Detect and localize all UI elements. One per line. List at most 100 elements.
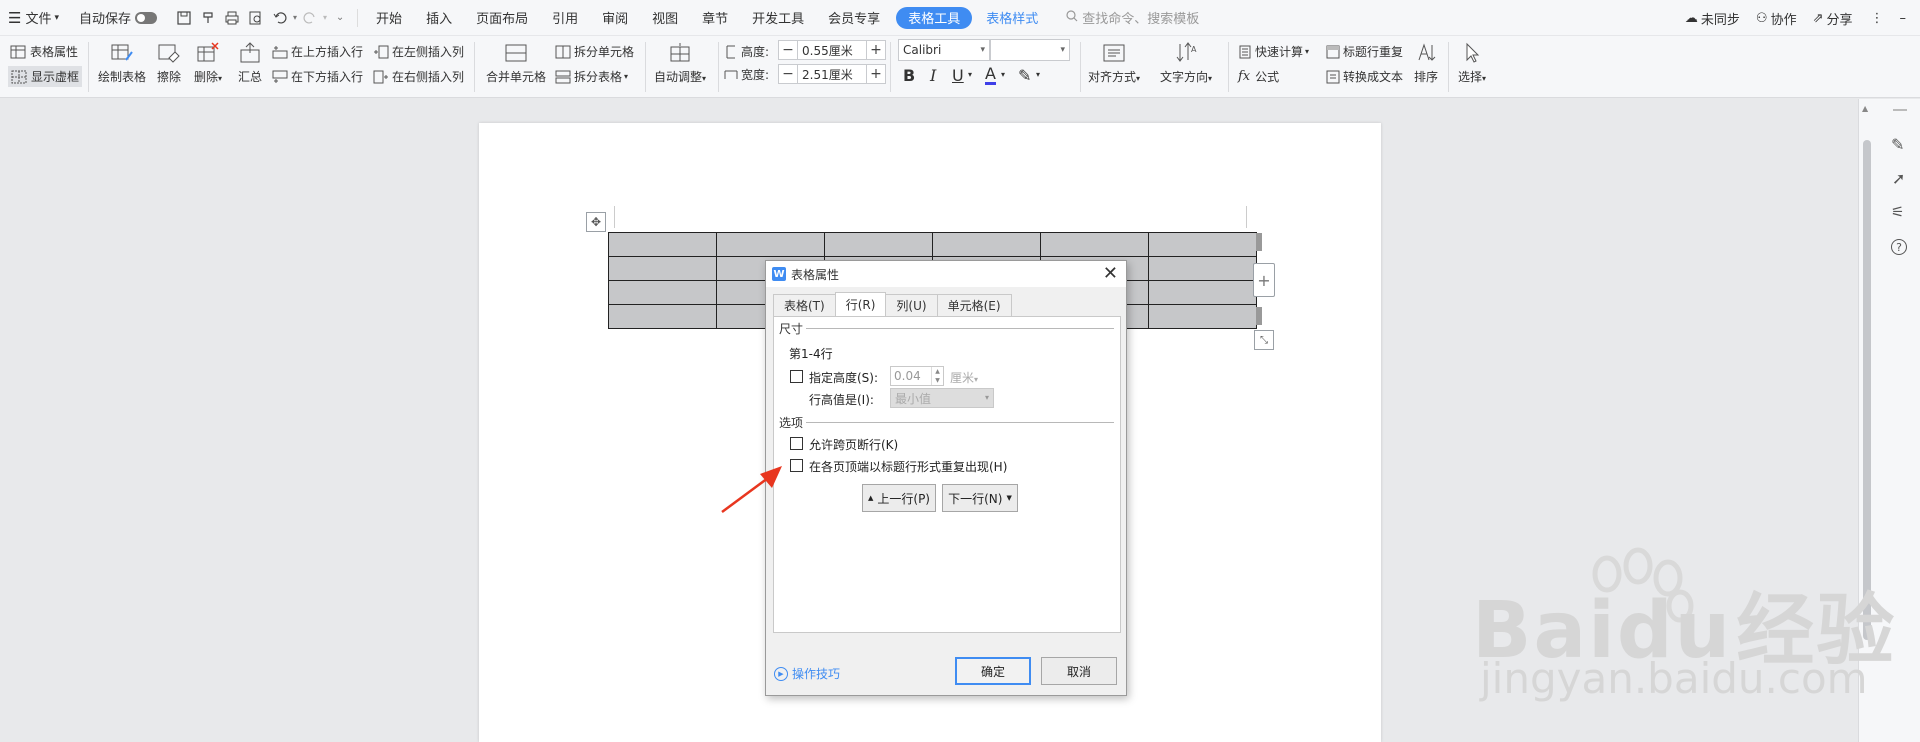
tab-chapter[interactable]: 章节 — [690, 0, 740, 36]
underline-button[interactable]: U — [952, 66, 964, 85]
autosave-toggle[interactable]: 自动保存 — [67, 0, 165, 36]
delete-button[interactable]: 删除▾ — [194, 42, 222, 85]
spinner-arrows-icon[interactable]: ▲ ▼ — [931, 367, 943, 385]
more-options-icon[interactable]: ⋮ — [1861, 0, 1894, 36]
format-painter-icon[interactable] — [197, 7, 219, 29]
unit-select[interactable]: 厘米▾ — [950, 369, 978, 386]
sort-button[interactable]: 排序 — [1414, 42, 1438, 85]
tab-home[interactable]: 开始 — [364, 0, 414, 36]
table-cell[interactable] — [824, 232, 933, 257]
collab-button[interactable]: ⚇ 协作 — [1748, 0, 1805, 36]
select-button[interactable]: 选择▾ — [1458, 42, 1486, 85]
pointer-icon[interactable]: ➚ — [1892, 169, 1905, 188]
split-cells-button[interactable]: 拆分单元格 — [555, 43, 634, 60]
align-button[interactable]: 对齐方式▾ — [1088, 42, 1140, 85]
font-size-select[interactable]: ▾ — [990, 39, 1070, 61]
print-preview-icon[interactable] — [245, 7, 267, 29]
specify-height-checkbox[interactable] — [790, 370, 803, 383]
auto-adjust-button[interactable]: 自动调整▾ — [654, 42, 706, 85]
table-properties-button[interactable]: 表格属性 — [10, 43, 78, 60]
split-table-button[interactable]: 拆分表格 ▾ — [555, 68, 628, 85]
tab-cell[interactable]: 单元格(E) — [936, 294, 1012, 316]
table-move-handle-icon[interactable]: ✥ — [586, 212, 606, 232]
more-chevron-icon[interactable]: ⌄ — [329, 7, 351, 29]
tab-column[interactable]: 列(U) — [885, 294, 938, 316]
show-gridlines-button[interactable]: 显示虚框 — [8, 66, 83, 87]
chevron-down-icon[interactable]: ▾ — [1001, 70, 1005, 79]
tab-page-layout[interactable]: 页面布局 — [464, 0, 540, 36]
chevron-down-icon[interactable]: ▾ — [968, 70, 972, 79]
table-cell[interactable] — [608, 256, 717, 281]
save-icon[interactable] — [173, 7, 195, 29]
height-value-input[interactable]: 0.04 ▲ ▼ — [890, 366, 944, 386]
cancel-button[interactable]: 取消 — [1041, 657, 1117, 685]
sidebar-collapse-icon[interactable] — [1893, 109, 1907, 111]
minimize-icon[interactable]: – — [1894, 0, 1920, 36]
help-icon[interactable]: ? — [1891, 239, 1907, 255]
row-height-mode-select[interactable]: 最小值 ▾ — [890, 388, 994, 408]
chevron-down-icon[interactable]: ▾ — [1036, 70, 1040, 79]
undo-icon[interactable] — [269, 7, 291, 29]
table-cell[interactable] — [1148, 280, 1257, 305]
next-row-button[interactable]: 下一行(N) ▼ — [942, 484, 1018, 512]
table-cell[interactable] — [1148, 256, 1257, 281]
table-cell[interactable] — [608, 232, 717, 257]
scroll-up-icon[interactable]: ▲ — [1862, 104, 1868, 113]
edit-pen-icon[interactable]: ✎ — [1891, 135, 1904, 154]
highlight-icon[interactable]: ✎ — [1018, 66, 1031, 85]
settings-sliders-icon[interactable]: ⚟ — [1891, 203, 1904, 221]
tab-table-tools[interactable]: 表格工具 — [896, 6, 973, 29]
repeat-header-checkbox[interactable] — [790, 459, 803, 472]
draw-table-button[interactable]: 绘制表格 — [98, 42, 146, 85]
allow-row-break-checkbox[interactable] — [790, 437, 803, 450]
tab-references[interactable]: 引用 — [540, 0, 590, 36]
insert-row-below-button[interactable]: 在下方插入行 — [272, 68, 363, 85]
table-cell[interactable] — [716, 232, 825, 257]
convert-to-text-button[interactable]: 转换成文本 — [1326, 68, 1403, 85]
tab-row[interactable]: 行(R) — [834, 292, 887, 316]
row-height-stepper[interactable]: − 0.55厘米 + — [778, 40, 886, 60]
summary-button[interactable]: 汇总 — [238, 42, 262, 85]
tab-view[interactable]: 视图 — [640, 0, 690, 36]
decrement-icon[interactable]: − — [779, 65, 797, 83]
add-column-icon[interactable]: + — [1253, 263, 1275, 297]
bold-button[interactable]: B — [903, 66, 915, 85]
table-cell[interactable] — [1148, 232, 1257, 257]
search-commands[interactable]: 查找命令、搜索模板 — [1048, 0, 1207, 36]
tab-table-style[interactable]: 表格样式 — [976, 0, 1048, 36]
tab-developer[interactable]: 开发工具 — [740, 0, 816, 36]
redo-dropdown-icon[interactable]: ▾ — [323, 13, 327, 22]
ok-button[interactable]: 确定 — [955, 657, 1031, 685]
repeat-header-button[interactable]: 标题行重复 — [1326, 43, 1403, 60]
tab-insert[interactable]: 插入 — [414, 0, 464, 36]
formula-button[interactable]: fx 公式 — [1238, 68, 1279, 85]
redo-icon[interactable] — [299, 7, 321, 29]
font-name-select[interactable]: Calibri ▾ — [898, 39, 990, 61]
increment-icon[interactable]: + — [867, 65, 885, 83]
text-direction-button[interactable]: A 文字方向▾ — [1160, 42, 1212, 85]
quick-calc-button[interactable]: 快速计算 ▾ — [1238, 43, 1309, 60]
table-cell[interactable] — [608, 280, 717, 305]
file-menu[interactable]: ☰ 文件 ▾ — [0, 0, 67, 36]
tips-link[interactable]: ▶ 操作技巧 — [774, 665, 840, 682]
table-cell[interactable] — [608, 304, 717, 329]
erase-button[interactable]: 擦除 — [157, 42, 181, 85]
tab-review[interactable]: 审阅 — [590, 0, 640, 36]
sync-button[interactable]: ☁ 未同步 — [1677, 0, 1748, 36]
table-cell[interactable] — [1040, 232, 1149, 257]
print-icon[interactable] — [221, 7, 243, 29]
insert-column-left-button[interactable]: 在左侧插入列 — [373, 43, 464, 60]
merge-cells-button[interactable]: 合并单元格 — [486, 42, 546, 85]
column-width-stepper[interactable]: − 2.51厘米 + — [778, 64, 886, 84]
italic-button[interactable]: I — [930, 66, 936, 85]
table-resize-handle-icon[interactable]: ⤡ — [1254, 330, 1274, 350]
undo-dropdown-icon[interactable]: ▾ — [293, 13, 297, 22]
insert-row-above-button[interactable]: 在上方插入行 — [272, 43, 363, 60]
increment-icon[interactable]: + — [867, 41, 885, 59]
close-icon[interactable]: ✕ — [1103, 263, 1118, 284]
table-cell[interactable] — [932, 232, 1041, 257]
decrement-icon[interactable]: − — [779, 41, 797, 59]
tab-table[interactable]: 表格(T) — [773, 294, 836, 316]
share-button[interactable]: ⇗ 分享 — [1805, 0, 1861, 36]
tab-member[interactable]: 会员专享 — [816, 0, 892, 36]
